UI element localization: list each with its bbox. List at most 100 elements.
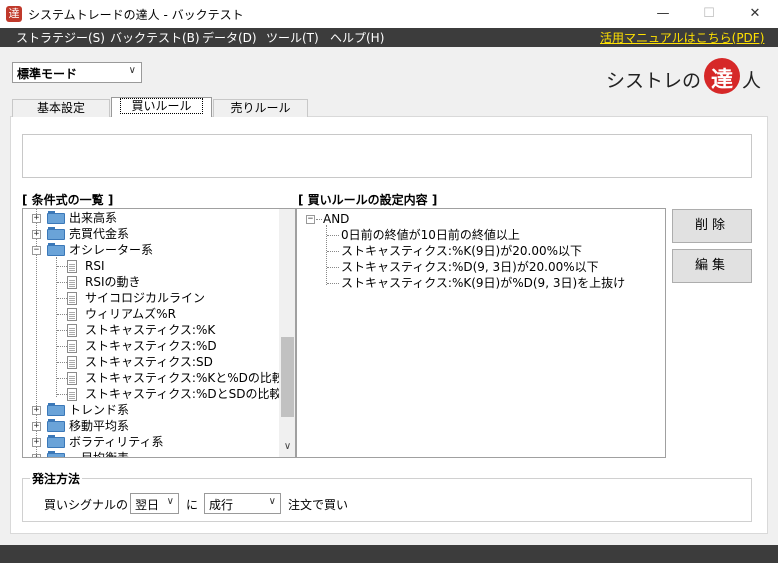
edit-button[interactable]: 編集 <box>672 249 752 283</box>
tree-node-label: トレンド系 <box>69 403 130 417</box>
tree-leaf-label: RSI <box>85 259 105 273</box>
buy-rules-tree[interactable]: − AND 0日前の終値が10日前の終値以上 ストキャスティクス:%K(9日)が… <box>296 208 666 458</box>
mode-select[interactable]: 標準モード ∨ <box>12 62 142 83</box>
tree-leaf-label: ストキャスティクス:%K <box>85 323 216 337</box>
document-icon <box>67 372 77 385</box>
tree-leaf-rsi[interactable]: RSI <box>23 258 279 274</box>
rule-item[interactable]: 0日前の終値が10日前の終値以上 <box>297 227 663 243</box>
scrollbar-thumb[interactable] <box>281 337 294 417</box>
conditions-list-label: [ 条件式の一覧 ] <box>22 193 114 207</box>
document-icon <box>67 292 77 305</box>
logo-text: シストレの <box>606 70 702 92</box>
folder-icon <box>47 403 65 416</box>
chevron-down-icon: ∨ <box>268 496 276 507</box>
order-method-legend: 発注方法 <box>30 470 83 487</box>
chevron-down-icon: ∨ <box>166 496 174 507</box>
delete-button[interactable]: 削除 <box>672 209 752 243</box>
menu-bar: ストラテジー(S) バックテスト(B) データ(D) ツール(T) ヘルプ(H)… <box>0 28 778 47</box>
tree-leaf-label: ウィリアムズ%R <box>85 307 176 321</box>
rule-item-label: 0日前の終値が10日前の終値以上 <box>341 228 520 242</box>
tree-leaf-stoch-k[interactable]: ストキャスティクス:%K <box>23 322 279 338</box>
expand-icon[interactable]: + <box>32 230 41 239</box>
tree-leaf-label: RSIの動き <box>85 275 141 289</box>
title-bar: 達 システムトレードの達人 - バックテスト — ☐ ✕ <box>0 0 778 28</box>
tree-node-ichimoku[interactable]: + 一目均衡表 <box>23 450 279 457</box>
window-title: システムトレードの達人 - バックテスト <box>28 8 244 22</box>
rule-item-label: ストキャスティクス:%K(9日)が20.00%以下 <box>341 244 582 258</box>
tree-node-volume[interactable]: + 出来高系 <box>23 210 279 226</box>
menu-data[interactable]: データ(D) <box>202 29 257 46</box>
tree-node-volatility[interactable]: + ボラティリティ系 <box>23 434 279 450</box>
tab-basic-settings[interactable]: 基本設定 <box>12 99 110 117</box>
tree-leaf-psychological[interactable]: サイコロジカルライン <box>23 290 279 306</box>
tab-buy-rules[interactable]: 買いルール <box>111 97 212 117</box>
collapse-icon[interactable]: − <box>32 246 41 255</box>
folder-icon <box>47 451 65 457</box>
tree-leaf-stoch-sd[interactable]: ストキャスティクス:SD <box>23 354 279 370</box>
expand-icon[interactable]: + <box>32 422 41 431</box>
menu-tools[interactable]: ツール(T) <box>266 29 319 46</box>
tree-leaf-stoch-d[interactable]: ストキャスティクス:%D <box>23 338 279 354</box>
tree-leaf-williams[interactable]: ウィリアムズ%R <box>23 306 279 322</box>
rule-root-and[interactable]: − AND <box>297 211 663 227</box>
rule-description-box[interactable] <box>22 134 752 178</box>
tree-leaf-stoch-k-vs-d[interactable]: ストキャスティクス:%Kと%Dの比較 <box>23 370 284 386</box>
order-suffix-label: 注文で買い <box>288 498 349 512</box>
expand-icon[interactable]: + <box>32 438 41 447</box>
logo-seal-char: 達 <box>710 67 733 93</box>
tree-leaf-label: ストキャスティクス:SD <box>85 355 213 369</box>
rule-item[interactable]: ストキャスティクス:%D(9, 3日)が20.00%以下 <box>297 259 663 275</box>
folder-icon <box>47 419 65 432</box>
tree-leaf-label: ストキャスティクス:%Kと%Dの比較 <box>85 371 284 385</box>
conditions-tree[interactable]: + 出来高系 + 売買代金系 − オシレーター系 RSI RSIの動き サイコロ… <box>22 208 296 458</box>
document-icon <box>67 356 77 369</box>
document-icon <box>67 340 77 353</box>
order-type-select[interactable]: 成行 ∨ <box>204 493 281 514</box>
document-icon <box>67 324 77 337</box>
tree-node-oscillator[interactable]: − オシレーター系 <box>23 242 279 258</box>
tree-node-trading-value[interactable]: + 売買代金系 <box>23 226 279 242</box>
menu-backtest[interactable]: バックテスト(B) <box>110 29 200 46</box>
tree-node-label: 移動平均系 <box>69 419 130 433</box>
expand-icon[interactable]: + <box>32 214 41 223</box>
close-button[interactable]: ✕ <box>732 0 778 28</box>
tree-leaf-label: ストキャスティクス:%DとSDの比較 <box>85 387 282 401</box>
tree-node-trend[interactable]: + トレンド系 <box>23 402 279 418</box>
order-type-value: 成行 <box>209 498 234 512</box>
tree-leaf-rsi-move[interactable]: RSIの動き <box>23 274 279 290</box>
order-day-value: 翌日 <box>135 498 160 512</box>
logo-text-suffix: 人 <box>742 70 762 92</box>
scroll-down-icon[interactable]: ∨ <box>281 441 294 452</box>
expand-icon[interactable]: + <box>32 454 41 457</box>
tree-leaf-label: ストキャスティクス:%D <box>85 339 217 353</box>
app-icon: 達 <box>6 6 22 22</box>
tree-node-label: 出来高系 <box>69 211 118 225</box>
chevron-down-icon: ∨ <box>128 65 136 76</box>
tree-node-label: ボラティリティ系 <box>69 435 164 449</box>
tree-leaf-label: サイコロジカルライン <box>85 291 206 305</box>
folder-icon <box>47 227 65 240</box>
tree-leaf-stoch-d-vs-sd[interactable]: ストキャスティクス:%DとSDの比較 <box>23 386 282 402</box>
document-icon <box>67 388 77 401</box>
menu-strategy[interactable]: ストラテジー(S) <box>16 29 105 46</box>
tab-sell-rules[interactable]: 売りルール <box>213 99 308 117</box>
rule-item[interactable]: ストキャスティクス:%K(9日)が%D(9, 3日)を上抜け <box>297 275 663 291</box>
minimize-button[interactable]: — <box>640 0 686 28</box>
tab-buy-rules-label: 買いルール <box>120 98 203 114</box>
buy-signal-label: 買いシグナルの <box>44 498 129 512</box>
conditions-scrollbar[interactable]: ∨ <box>279 209 295 457</box>
collapse-icon[interactable]: − <box>306 215 315 224</box>
order-day-select[interactable]: 翌日 ∨ <box>130 493 179 514</box>
manual-pdf-link[interactable]: 活用マニュアルはこちら(PDF) <box>600 29 764 46</box>
logo-seal-icon: 達 <box>704 58 740 94</box>
status-bar <box>0 545 778 563</box>
maximize-button[interactable]: ☐ <box>686 0 732 28</box>
rule-item[interactable]: ストキャスティクス:%K(9日)が20.00%以下 <box>297 243 663 259</box>
rule-item-label: ストキャスティクス:%D(9, 3日)が20.00%以下 <box>341 260 599 274</box>
tree-node-moving-average[interactable]: + 移動平均系 <box>23 418 279 434</box>
document-icon <box>67 260 77 273</box>
menu-help[interactable]: ヘルプ(H) <box>330 29 384 46</box>
expand-icon[interactable]: + <box>32 406 41 415</box>
folder-icon <box>47 435 65 448</box>
tree-node-label: オシレーター系 <box>69 243 154 257</box>
